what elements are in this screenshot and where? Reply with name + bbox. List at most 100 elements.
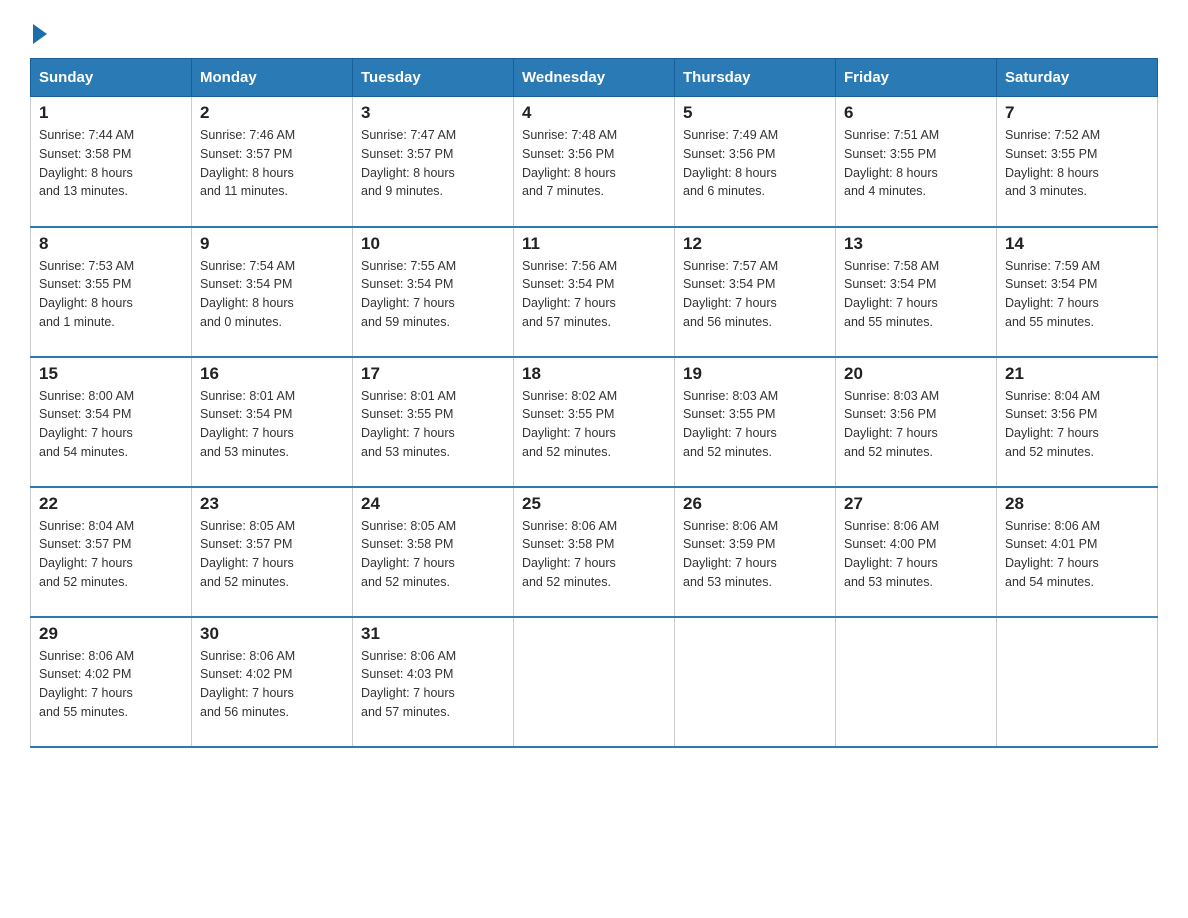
- logo-triangle-icon: [33, 24, 47, 44]
- day-info: Sunrise: 8:04 AM Sunset: 3:56 PM Dayligh…: [1005, 387, 1149, 462]
- day-info: Sunrise: 8:01 AM Sunset: 3:55 PM Dayligh…: [361, 387, 505, 462]
- header-friday: Friday: [836, 59, 997, 97]
- day-number: 6: [844, 103, 988, 123]
- table-row: 4 Sunrise: 7:48 AM Sunset: 3:56 PM Daylig…: [514, 97, 675, 227]
- week-row-1: 1 Sunrise: 7:44 AM Sunset: 3:58 PM Daylig…: [31, 97, 1158, 227]
- day-info: Sunrise: 7:59 AM Sunset: 3:54 PM Dayligh…: [1005, 257, 1149, 332]
- day-number: 23: [200, 494, 344, 514]
- day-info: Sunrise: 8:05 AM Sunset: 3:57 PM Dayligh…: [200, 517, 344, 592]
- calendar-table: SundayMondayTuesdayWednesdayThursdayFrid…: [30, 58, 1158, 748]
- week-row-2: 8 Sunrise: 7:53 AM Sunset: 3:55 PM Daylig…: [31, 227, 1158, 357]
- day-number: 17: [361, 364, 505, 384]
- week-row-3: 15 Sunrise: 8:00 AM Sunset: 3:54 PM Dayli…: [31, 357, 1158, 487]
- day-info: Sunrise: 7:48 AM Sunset: 3:56 PM Dayligh…: [522, 126, 666, 201]
- day-info: Sunrise: 7:53 AM Sunset: 3:55 PM Dayligh…: [39, 257, 183, 332]
- table-row: 12 Sunrise: 7:57 AM Sunset: 3:54 PM Dayli…: [675, 227, 836, 357]
- week-row-5: 29 Sunrise: 8:06 AM Sunset: 4:02 PM Dayli…: [31, 617, 1158, 747]
- day-number: 25: [522, 494, 666, 514]
- day-info: Sunrise: 7:49 AM Sunset: 3:56 PM Dayligh…: [683, 126, 827, 201]
- day-number: 31: [361, 624, 505, 644]
- table-row: [675, 617, 836, 747]
- day-number: 30: [200, 624, 344, 644]
- table-row: 14 Sunrise: 7:59 AM Sunset: 3:54 PM Dayli…: [997, 227, 1158, 357]
- day-info: Sunrise: 8:02 AM Sunset: 3:55 PM Dayligh…: [522, 387, 666, 462]
- day-number: 16: [200, 364, 344, 384]
- day-number: 5: [683, 103, 827, 123]
- day-number: 1: [39, 103, 183, 123]
- day-info: Sunrise: 7:56 AM Sunset: 3:54 PM Dayligh…: [522, 257, 666, 332]
- day-info: Sunrise: 8:01 AM Sunset: 3:54 PM Dayligh…: [200, 387, 344, 462]
- day-number: 26: [683, 494, 827, 514]
- table-row: 31Sunrise: 8:06 AM Sunset: 4:03 PM Dayli…: [353, 617, 514, 747]
- header-tuesday: Tuesday: [353, 59, 514, 97]
- day-number: 28: [1005, 494, 1149, 514]
- table-row: 5 Sunrise: 7:49 AM Sunset: 3:56 PM Daylig…: [675, 97, 836, 227]
- day-number: 27: [844, 494, 988, 514]
- day-info: Sunrise: 7:54 AM Sunset: 3:54 PM Dayligh…: [200, 257, 344, 332]
- table-row: 15 Sunrise: 8:00 AM Sunset: 3:54 PM Dayli…: [31, 357, 192, 487]
- table-row: [514, 617, 675, 747]
- day-info: Sunrise: 7:44 AM Sunset: 3:58 PM Dayligh…: [39, 126, 183, 201]
- day-number: 10: [361, 234, 505, 254]
- day-info: Sunrise: 7:58 AM Sunset: 3:54 PM Dayligh…: [844, 257, 988, 332]
- table-row: 1 Sunrise: 7:44 AM Sunset: 3:58 PM Daylig…: [31, 97, 192, 227]
- table-row: 28 Sunrise: 8:06 AM Sunset: 4:01 PM Dayli…: [997, 487, 1158, 617]
- week-row-4: 22 Sunrise: 8:04 AM Sunset: 3:57 PM Dayli…: [31, 487, 1158, 617]
- day-info: Sunrise: 7:57 AM Sunset: 3:54 PM Dayligh…: [683, 257, 827, 332]
- header-sunday: Sunday: [31, 59, 192, 97]
- table-row: 19 Sunrise: 8:03 AM Sunset: 3:55 PM Dayli…: [675, 357, 836, 487]
- day-number: 21: [1005, 364, 1149, 384]
- table-row: 21 Sunrise: 8:04 AM Sunset: 3:56 PM Dayli…: [997, 357, 1158, 487]
- day-number: 24: [361, 494, 505, 514]
- day-info: Sunrise: 7:47 AM Sunset: 3:57 PM Dayligh…: [361, 126, 505, 201]
- day-info: Sunrise: 8:00 AM Sunset: 3:54 PM Dayligh…: [39, 387, 183, 462]
- table-row: 13 Sunrise: 7:58 AM Sunset: 3:54 PM Dayli…: [836, 227, 997, 357]
- table-row: [997, 617, 1158, 747]
- table-row: 27Sunrise: 8:06 AM Sunset: 4:00 PM Dayli…: [836, 487, 997, 617]
- day-number: 4: [522, 103, 666, 123]
- header-monday: Monday: [192, 59, 353, 97]
- weekday-header-row: SundayMondayTuesdayWednesdayThursdayFrid…: [31, 59, 1158, 97]
- day-info: Sunrise: 7:51 AM Sunset: 3:55 PM Dayligh…: [844, 126, 988, 201]
- day-number: 9: [200, 234, 344, 254]
- day-info: Sunrise: 8:06 AM Sunset: 3:59 PM Dayligh…: [683, 517, 827, 592]
- page-header: [30, 20, 1158, 40]
- day-number: 12: [683, 234, 827, 254]
- day-info: Sunrise: 8:05 AM Sunset: 3:58 PM Dayligh…: [361, 517, 505, 592]
- table-row: 11Sunrise: 7:56 AM Sunset: 3:54 PM Dayli…: [514, 227, 675, 357]
- day-info: Sunrise: 8:04 AM Sunset: 3:57 PM Dayligh…: [39, 517, 183, 592]
- day-number: 29: [39, 624, 183, 644]
- table-row: 23 Sunrise: 8:05 AM Sunset: 3:57 PM Dayli…: [192, 487, 353, 617]
- day-number: 8: [39, 234, 183, 254]
- day-number: 19: [683, 364, 827, 384]
- table-row: 17 Sunrise: 8:01 AM Sunset: 3:55 PM Dayli…: [353, 357, 514, 487]
- table-row: 9 Sunrise: 7:54 AM Sunset: 3:54 PM Daylig…: [192, 227, 353, 357]
- table-row: 22 Sunrise: 8:04 AM Sunset: 3:57 PM Dayli…: [31, 487, 192, 617]
- day-info: Sunrise: 7:55 AM Sunset: 3:54 PM Dayligh…: [361, 257, 505, 332]
- day-info: Sunrise: 8:06 AM Sunset: 4:01 PM Dayligh…: [1005, 517, 1149, 592]
- day-number: 7: [1005, 103, 1149, 123]
- day-info: Sunrise: 8:03 AM Sunset: 3:55 PM Dayligh…: [683, 387, 827, 462]
- day-number: 22: [39, 494, 183, 514]
- day-number: 13: [844, 234, 988, 254]
- table-row: 26 Sunrise: 8:06 AM Sunset: 3:59 PM Dayli…: [675, 487, 836, 617]
- table-row: [836, 617, 997, 747]
- table-row: 8 Sunrise: 7:53 AM Sunset: 3:55 PM Daylig…: [31, 227, 192, 357]
- day-number: 15: [39, 364, 183, 384]
- header-wednesday: Wednesday: [514, 59, 675, 97]
- header-saturday: Saturday: [997, 59, 1158, 97]
- day-info: Sunrise: 8:06 AM Sunset: 4:02 PM Dayligh…: [200, 647, 344, 722]
- day-info: Sunrise: 8:03 AM Sunset: 3:56 PM Dayligh…: [844, 387, 988, 462]
- day-number: 18: [522, 364, 666, 384]
- table-row: 3Sunrise: 7:47 AM Sunset: 3:57 PM Daylig…: [353, 97, 514, 227]
- day-number: 2: [200, 103, 344, 123]
- table-row: 24 Sunrise: 8:05 AM Sunset: 3:58 PM Dayli…: [353, 487, 514, 617]
- table-row: 2Sunrise: 7:46 AM Sunset: 3:57 PM Daylig…: [192, 97, 353, 227]
- day-info: Sunrise: 8:06 AM Sunset: 3:58 PM Dayligh…: [522, 517, 666, 592]
- day-number: 14: [1005, 234, 1149, 254]
- table-row: 18 Sunrise: 8:02 AM Sunset: 3:55 PM Dayli…: [514, 357, 675, 487]
- table-row: 6 Sunrise: 7:51 AM Sunset: 3:55 PM Daylig…: [836, 97, 997, 227]
- table-row: 30 Sunrise: 8:06 AM Sunset: 4:02 PM Dayli…: [192, 617, 353, 747]
- header-thursday: Thursday: [675, 59, 836, 97]
- table-row: 29Sunrise: 8:06 AM Sunset: 4:02 PM Dayli…: [31, 617, 192, 747]
